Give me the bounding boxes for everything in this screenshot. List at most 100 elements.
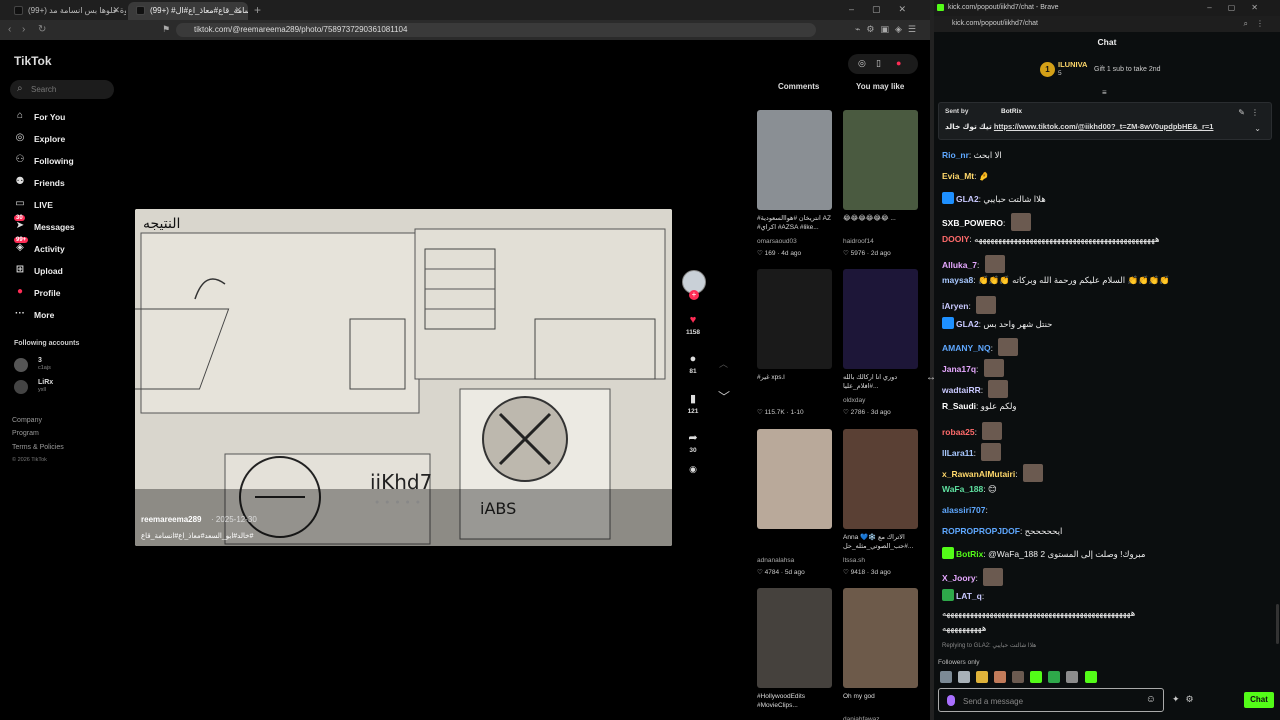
chat-message[interactable]: x_RawanAlMutairi: (942, 463, 1278, 482)
tab-comments[interactable]: Comments (778, 82, 819, 91)
chat-username[interactable]: R_Saudi (942, 401, 976, 411)
carousel-dots[interactable]: ● ● ● ● ● (375, 499, 422, 506)
thumbnail-username[interactable]: haidroof14 (843, 238, 874, 245)
gift-leader[interactable]: 1 ILUNIVA 5 Gift 1 sub to take 2nd (934, 58, 1280, 84)
chat-message[interactable]: ههههههههههه (942, 623, 1278, 639)
post-username[interactable]: reemareema289 (141, 515, 202, 524)
emote-icon[interactable] (958, 671, 971, 683)
chat-username[interactable]: alassiri707 (942, 505, 985, 515)
pinned-link[interactable]: https://www.tiktok.com/@iikhd00?_t=ZM-8w… (994, 122, 1214, 131)
pinned-message[interactable]: Sent by BotRix ✎ ⋮ تيك توك خالد https://… (938, 102, 1272, 140)
chat-send-button[interactable]: Chat (1244, 692, 1274, 708)
chat-username[interactable]: Jana17q (942, 364, 976, 374)
search-box[interactable]: ⌕ Search (10, 80, 114, 99)
thumbnail-username[interactable]: oldxday (843, 397, 865, 404)
chat-username[interactable]: robaa25 (942, 427, 975, 437)
profile-avatar-icon[interactable]: ● (896, 58, 901, 68)
video-thumbnail[interactable] (757, 269, 832, 369)
reload-icon[interactable]: ↻ (38, 24, 46, 35)
chat-input-box[interactable]: ☺ (938, 688, 1164, 712)
browser-tab[interactable]: (99+) يالله انها حلوة حلوها بس انسامة مد… (6, 2, 126, 20)
emote-icon[interactable] (1048, 671, 1061, 683)
chat-input[interactable] (963, 694, 1143, 708)
compass-icon[interactable]: ◎ (858, 58, 866, 69)
microphone-icon[interactable] (947, 695, 955, 706)
chat-message[interactable]: AMANY_NQ: (942, 338, 1278, 357)
toolbar-icons[interactable]: ⌕⋮ (1244, 19, 1272, 29)
nav-activity[interactable]: ◈ 99+ Activity (14, 237, 114, 257)
emote-icon[interactable] (1084, 671, 1097, 683)
thumbnail-caption[interactable]: Oh my god (843, 692, 923, 701)
nav-for-you[interactable]: ⌂ For You (14, 109, 114, 125)
new-tab-icon[interactable]: + (254, 3, 261, 17)
search-placeholder[interactable]: Search (31, 85, 56, 94)
nav-messages[interactable]: ➤ 30 Messages (14, 215, 114, 235)
chat-message[interactable]: maysa8: 👏👏👏 السلام عليكم ورحمة الله وبرك… (942, 275, 1278, 291)
emote-icon[interactable] (1030, 671, 1043, 683)
thumbnail-username[interactable]: ltssa.sh (843, 557, 865, 564)
window-controls[interactable]: –▢✕ (849, 4, 924, 15)
chat-username[interactable]: x_RawanAlMutairi (942, 469, 1015, 479)
emote-icon[interactable] (1066, 671, 1079, 683)
video-thumbnail[interactable] (843, 269, 918, 369)
chat-username[interactable]: SXB_POWERO (942, 218, 1003, 228)
url-text[interactable]: tiktok.com/@reemareema289/photo/75897372… (194, 25, 407, 34)
chat-message[interactable]: X_Joory: (942, 568, 1278, 586)
thumbnail-caption[interactable]: 😂😂😂😂😂😂 ... (843, 214, 923, 223)
thumbnail-caption[interactable]: Anna 💙❄️ الاتراك مع ...#حب_الصوتي_مثله_ح… (843, 533, 923, 551)
emote-bar[interactable] (940, 671, 1100, 685)
chat-username[interactable]: GLA2 (956, 319, 979, 329)
nav-following[interactable]: ⚇ Following (14, 153, 114, 169)
close-tab-icon[interactable]: ✕ (112, 5, 120, 16)
chat-username[interactable]: GLA2 (956, 194, 979, 204)
chat-username[interactable]: wadtaiRR (942, 385, 981, 395)
chat-username[interactable]: Evia_Mt (942, 171, 974, 181)
like-button[interactable]: ♥ 1158 (676, 314, 710, 336)
chat-message[interactable]: BotRix: @WaFa_188 مبروك! وصلت إلى المستو… (942, 547, 1278, 563)
close-tab-icon[interactable]: ✕ (234, 5, 242, 16)
chat-username[interactable]: LAT_q (956, 591, 982, 601)
chat-message[interactable]: wadtaiRR: (942, 379, 1278, 398)
bookmark-icon[interactable]: ⚑ (162, 24, 170, 35)
emoji-picker-icon[interactable]: ☺ (1146, 694, 1156, 705)
chat-username[interactable]: iAryen (942, 301, 968, 311)
post-photo[interactable]: iiKhd7 iABS النتيجه ● ● ● ● ● reemareema… (135, 209, 672, 546)
emote-icon[interactable] (976, 671, 989, 683)
tiktok-logo[interactable]: TikTok (14, 54, 52, 68)
comment-button[interactable]: ● 81 (676, 353, 710, 375)
chat-scrollbar[interactable] (1276, 604, 1279, 644)
thumbnail-caption[interactable]: #غير xps.l (757, 373, 837, 382)
chat-message[interactable]: Evia_Mt: 🤌 (942, 171, 1278, 187)
chat-message[interactable]: Alluka_7: (942, 254, 1278, 273)
chat-tools-icons[interactable]: ✦⚙ (1172, 694, 1200, 705)
thumbnail-username[interactable]: adnanalahsa (757, 557, 794, 564)
browser-tab-active[interactable]: (99+) #انسامة_قاع#معاذ_اع#ال... ✕ (128, 2, 248, 20)
thumbnail-username[interactable]: daniahfawaz (843, 716, 880, 720)
chat-username[interactable]: AMANY_NQ (942, 343, 991, 353)
thumbnail-caption[interactable]: #انتريخان #هواالسعودية AZ #اكراي #AZSA #… (757, 214, 837, 232)
share-button[interactable]: ➦ 30 (676, 431, 710, 454)
chat-message[interactable]: WaFa_188: 😊 (942, 484, 1278, 500)
following-account[interactable]: LiRx yxll (14, 378, 114, 396)
chat-message[interactable]: R_Saudi: ولكم علوو (942, 401, 1278, 417)
video-thumbnail[interactable] (843, 588, 918, 688)
chat-username[interactable]: lILara11 (942, 448, 974, 458)
previous-post-icon[interactable]: ︿ (719, 357, 728, 370)
chat-username[interactable]: ROPROPROPJDOF (942, 526, 1020, 536)
chat-username[interactable]: WaFa_188 (942, 484, 983, 494)
tab-you-may-like[interactable]: You may like (856, 82, 904, 91)
next-post-icon[interactable]: ﹀ (718, 388, 730, 405)
footer-company[interactable]: Company (12, 417, 42, 424)
following-account[interactable]: 3 c1ajs (14, 356, 114, 374)
chat-message[interactable]: LAT_q: (942, 588, 1278, 605)
chat-message[interactable]: robaa25: (942, 421, 1278, 440)
nav-profile[interactable]: ● Profile (14, 285, 114, 301)
video-thumbnail[interactable] (757, 588, 832, 688)
follow-plus-icon[interactable]: + (689, 290, 699, 300)
forward-icon[interactable]: › (22, 24, 25, 35)
pin-icon[interactable]: ✎ (1238, 108, 1245, 117)
chat-username[interactable]: DOOIY (942, 234, 969, 244)
chat-message[interactable]: ROPROPROPJDOF: ايحححححح (942, 526, 1278, 542)
video-thumbnail[interactable] (843, 110, 918, 210)
chat-username[interactable]: Alluka_7 (942, 260, 977, 270)
